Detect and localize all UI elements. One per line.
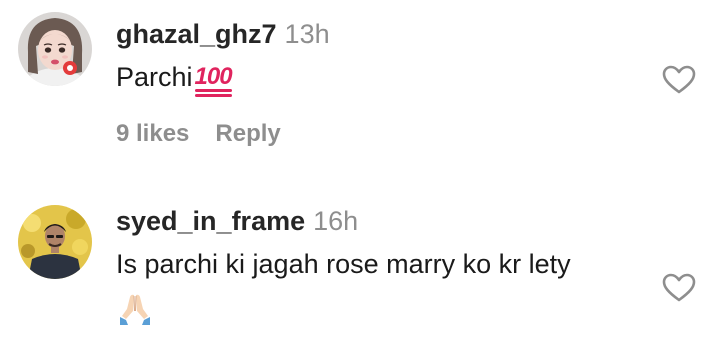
timestamp: 16h	[313, 206, 359, 236]
folded-hands-emoji-icon	[118, 291, 152, 330]
like-button[interactable]	[662, 65, 696, 95]
comment-item: syed_in_frame 16h Is parchi ki jagah rose…	[0, 195, 715, 340]
timestamp: 13h	[284, 19, 330, 49]
username-link[interactable]: ghazal_ghz7	[116, 19, 277, 49]
heart-outline-icon	[662, 273, 696, 302]
comment-meta: syed_in_frame 16h	[116, 208, 358, 235]
avatar-man-photo-icon	[18, 205, 92, 279]
comment-item: ghazal_ghz7 13h Parchi100 9 likes Reply	[0, 0, 715, 170]
like-button[interactable]	[662, 273, 696, 303]
username-link[interactable]: syed_in_frame	[116, 206, 305, 236]
comment-actions: 9 likes Reply	[116, 122, 281, 146]
avatar-girl-illustration-icon	[18, 12, 92, 86]
reply-button[interactable]: Reply	[215, 120, 280, 147]
comment-text: Is parchi ki jagah rose marry ko kr lety	[116, 249, 571, 279]
comment-meta: ghazal_ghz7 13h	[116, 21, 330, 48]
comment-text: Parchi100	[116, 62, 233, 97]
avatar[interactable]	[18, 205, 92, 279]
heart-outline-icon	[662, 65, 696, 94]
avatar[interactable]	[18, 12, 92, 86]
likes-count-link[interactable]: 9 likes	[116, 120, 189, 147]
100-emoji-icon: 100	[194, 65, 233, 97]
comment-text-content: Parchi	[116, 62, 193, 92]
